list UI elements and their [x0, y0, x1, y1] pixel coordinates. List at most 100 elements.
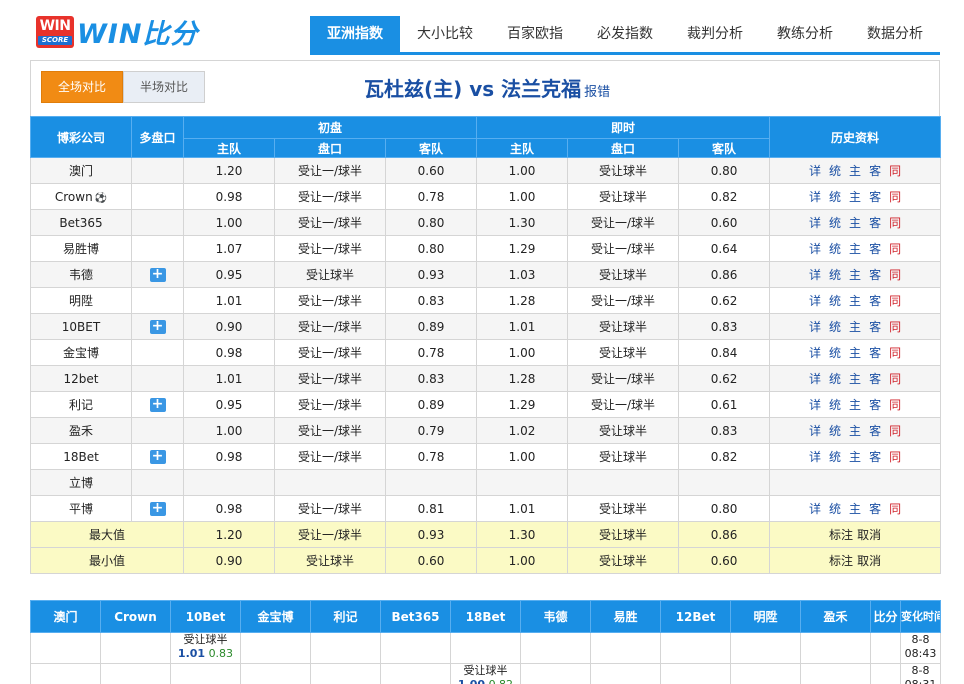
live-home-odds: 1.00 [476, 339, 569, 366]
history-link-4[interactable]: 同 [889, 214, 901, 231]
history-link-3[interactable]: 客 [869, 318, 881, 335]
initial-home-odds: 0.98 [183, 339, 275, 366]
history-link-2[interactable]: 主 [849, 500, 861, 517]
history-link-2[interactable]: 主 [849, 162, 861, 179]
history-link-4[interactable]: 同 [889, 500, 901, 517]
history-link-3[interactable]: 客 [869, 292, 881, 309]
history-link-3[interactable]: 客 [869, 240, 881, 257]
history-link-0[interactable]: 详 [809, 318, 821, 335]
mark-link[interactable]: 标注 [829, 554, 853, 568]
history-link-3[interactable]: 客 [869, 422, 881, 439]
history-links: 详统主客同 [769, 157, 942, 184]
history-link-2[interactable]: 主 [849, 188, 861, 205]
history-link-0[interactable]: 详 [809, 162, 821, 179]
nav-tab-4[interactable]: 裁判分析 [670, 16, 760, 52]
nav-tab-1[interactable]: 大小比较 [400, 16, 490, 52]
history-link-2[interactable]: 主 [849, 318, 861, 335]
history-link-4[interactable]: 同 [889, 422, 901, 439]
empty-cell [730, 663, 801, 684]
tab-half-match[interactable]: 半场对比 [123, 71, 205, 103]
expand-plus-icon[interactable]: + [149, 267, 166, 282]
expand-plus-icon[interactable]: + [149, 449, 166, 464]
history-link-1[interactable]: 统 [829, 214, 841, 231]
match-title: 瓦杜兹(主) vs 法兰克福 报错 [364, 73, 610, 102]
history-link-1[interactable]: 统 [829, 344, 841, 361]
history-link-0[interactable]: 详 [809, 500, 821, 517]
history-link-4[interactable]: 同 [889, 318, 901, 335]
history-link-2[interactable]: 主 [849, 292, 861, 309]
history-link-3[interactable]: 客 [869, 396, 881, 413]
history-link-3[interactable]: 客 [869, 266, 881, 283]
expand-plus-icon[interactable]: + [149, 319, 166, 334]
history-link-1[interactable]: 统 [829, 266, 841, 283]
cancel-link[interactable]: 取消 [857, 554, 881, 568]
history-link-0[interactable]: 详 [809, 266, 821, 283]
history-link-0[interactable]: 详 [809, 214, 821, 231]
history-link-3[interactable]: 客 [869, 500, 881, 517]
nav-tab-3[interactable]: 必发指数 [580, 16, 670, 52]
history-link-0[interactable]: 详 [809, 370, 821, 387]
history-link-1[interactable]: 统 [829, 396, 841, 413]
history-link-0[interactable]: 详 [809, 240, 821, 257]
history-link-4[interactable]: 同 [889, 188, 901, 205]
history-link-1[interactable]: 统 [829, 422, 841, 439]
history-link-4[interactable]: 同 [889, 292, 901, 309]
history-link-4[interactable]: 同 [889, 370, 901, 387]
nav-tab-6[interactable]: 数据分析 [850, 16, 940, 52]
history-link-1[interactable]: 统 [829, 448, 841, 465]
nav-tab-2[interactable]: 百家欧指 [490, 16, 580, 52]
expand-plus-icon[interactable]: + [149, 501, 166, 516]
history-link-4[interactable]: 同 [889, 266, 901, 283]
history-link-1[interactable]: 统 [829, 240, 841, 257]
live-home-odds [476, 469, 569, 496]
report-error-link[interactable]: 报错 [584, 85, 610, 100]
history-link-1[interactable]: 统 [829, 162, 841, 179]
multi-handicap-cell: + [131, 443, 184, 470]
change-header-6: 18Bet [450, 600, 521, 633]
history-link-0[interactable]: 详 [809, 396, 821, 413]
history-link-0[interactable]: 详 [809, 292, 821, 309]
live-home-odds: 1.29 [476, 235, 569, 262]
expand-plus-icon[interactable]: + [149, 397, 166, 412]
initial-away-odds: 0.93 [384, 261, 478, 288]
history-link-2[interactable]: 主 [849, 396, 861, 413]
cancel-link[interactable]: 取消 [857, 528, 881, 542]
main-nav: 亚洲指数 大小比较 百家欧指 必发指数 裁判分析 教练分析 数据分析 [310, 16, 940, 52]
history-link-1[interactable]: 统 [829, 318, 841, 335]
history-link-2[interactable]: 主 [849, 214, 861, 231]
live-away-odds: 0.62 [678, 287, 771, 314]
initial-away-odds: 0.79 [384, 417, 478, 444]
history-link-4[interactable]: 同 [889, 448, 901, 465]
nav-tab-0[interactable]: 亚洲指数 [310, 16, 400, 52]
live-home-odds: 1.01 [476, 495, 569, 522]
history-link-1[interactable]: 统 [829, 370, 841, 387]
history-link-0[interactable]: 详 [809, 344, 821, 361]
history-link-1[interactable]: 统 [829, 500, 841, 517]
tab-full-match[interactable]: 全场对比 [41, 71, 123, 103]
history-link-2[interactable]: 主 [849, 344, 861, 361]
history-link-0[interactable]: 详 [809, 422, 821, 439]
history-link-2[interactable]: 主 [849, 448, 861, 465]
history-link-3[interactable]: 客 [869, 162, 881, 179]
history-link-3[interactable]: 客 [869, 188, 881, 205]
history-link-3[interactable]: 客 [869, 214, 881, 231]
history-link-4[interactable]: 同 [889, 344, 901, 361]
history-link-1[interactable]: 统 [829, 188, 841, 205]
mark-link[interactable]: 标注 [829, 528, 853, 542]
history-link-0[interactable]: 详 [809, 448, 821, 465]
change-away-odds: 0.82 [489, 678, 514, 684]
nav-tab-5[interactable]: 教练分析 [760, 16, 850, 52]
history-link-2[interactable]: 主 [849, 422, 861, 439]
history-link-0[interactable]: 详 [809, 188, 821, 205]
history-link-3[interactable]: 客 [869, 448, 881, 465]
history-link-2[interactable]: 主 [849, 240, 861, 257]
history-link-3[interactable]: 客 [869, 344, 881, 361]
history-link-3[interactable]: 客 [869, 370, 881, 387]
history-link-4[interactable]: 同 [889, 240, 901, 257]
site-logo[interactable]: WIN SCORE WIN比分 [36, 12, 198, 51]
history-link-1[interactable]: 统 [829, 292, 841, 309]
history-link-2[interactable]: 主 [849, 370, 861, 387]
history-link-4[interactable]: 同 [889, 162, 901, 179]
history-link-4[interactable]: 同 [889, 396, 901, 413]
history-link-2[interactable]: 主 [849, 266, 861, 283]
